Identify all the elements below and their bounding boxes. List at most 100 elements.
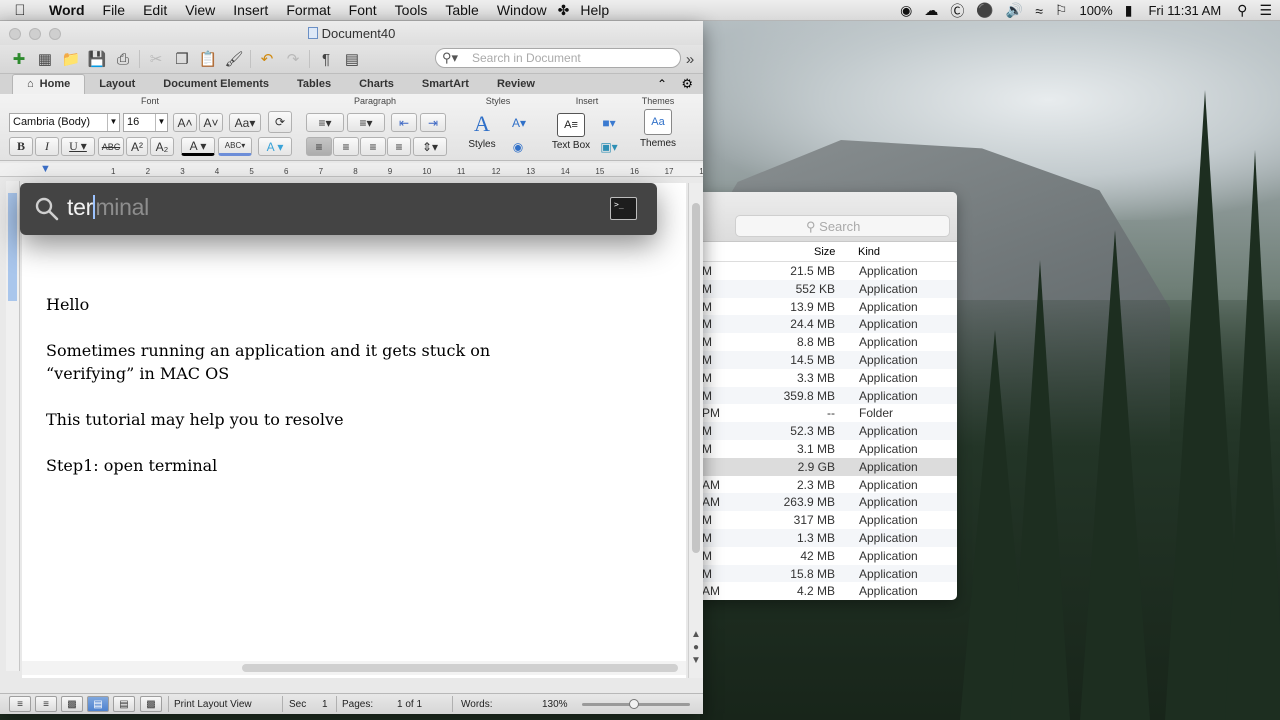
template-gallery-icon[interactable]: ▦ <box>32 48 58 70</box>
list-item[interactable]: M 15.8 MB Application <box>700 564 957 583</box>
shapes-button[interactable]: ■▾ <box>594 113 624 132</box>
themes-button[interactable]: Aa Themes <box>636 109 680 149</box>
save-icon[interactable]: 💾 <box>84 48 110 70</box>
skype-icon[interactable]: Ⓒ <box>944 1 970 21</box>
format-painter-icon[interactable]: 🖌 <box>221 48 247 70</box>
print-layout-view-button[interactable]: ▤ <box>87 696 109 712</box>
redo-icon[interactable]: ↷ <box>280 48 306 70</box>
wifi-icon[interactable]: ≈ <box>1029 3 1049 19</box>
list-item[interactable]: AM 2.3 MB Application <box>700 476 957 494</box>
vertical-scrollbar[interactable]: ▲ ● ▼ <box>688 183 703 678</box>
superscript-button[interactable]: A² <box>126 137 148 156</box>
menu-window[interactable]: Window <box>488 2 556 18</box>
us-flag-input-icon[interactable]: ⚐ <box>1049 2 1074 19</box>
cut-icon[interactable]: ✂ <box>143 48 169 70</box>
tab-home[interactable]: ⌂ Home <box>12 74 86 94</box>
menu-tools[interactable]: Tools <box>386 2 437 18</box>
onedrive-cloud-icon[interactable]: ☁ <box>918 2 944 19</box>
list-item[interactable]: 2.9 GB Application <box>700 457 957 476</box>
styles-pane-button[interactable]: A▾ <box>507 113 531 132</box>
previous-page-icon[interactable]: ▲ <box>690 629 702 640</box>
highlight-color-button[interactable]: ABC▾ <box>218 137 252 156</box>
spotlight-search-input[interactable]: ter minal <box>67 194 149 221</box>
show-formatting-icon[interactable]: ¶ <box>313 48 339 70</box>
document-paragraph[interactable]: Step1: open terminal <box>46 454 217 477</box>
script-menu-icon[interactable]: ✤ <box>556 2 572 19</box>
list-item[interactable]: AM 4.2 MB Application <box>700 582 957 600</box>
list-item[interactable]: M 14.5 MB Application <box>700 350 957 369</box>
list-item[interactable]: M 1.3 MB Application <box>700 528 957 547</box>
menu-insert[interactable]: Insert <box>224 2 277 18</box>
document-paragraph[interactable]: “verifying” in MAC OS <box>46 362 229 385</box>
text-effects-button[interactable]: A ▾ <box>258 137 292 156</box>
menu-file[interactable]: File <box>94 2 135 18</box>
underline-button[interactable]: U ▾ <box>61 137 95 156</box>
tab-smartart[interactable]: SmartArt <box>408 74 483 94</box>
tab-document-elements[interactable]: Document Elements <box>149 74 283 94</box>
focus-view-button[interactable]: ▩ <box>140 696 162 712</box>
apple-menu-icon[interactable]:  <box>0 2 40 19</box>
horizontal-scroll-thumb[interactable] <box>242 664 678 672</box>
list-item[interactable]: M 552 KB Application <box>700 279 957 298</box>
horizontal-ruler[interactable]: ▼ 123456789101112131415161718 <box>0 163 703 177</box>
list-item[interactable]: PM -- Folder <box>700 404 957 422</box>
list-item[interactable]: M 3.3 MB Application <box>700 369 957 387</box>
list-item[interactable]: M 317 MB Application <box>700 511 957 529</box>
record-icon[interactable]: ◉ <box>894 2 918 19</box>
shrink-font-button[interactable]: A˅ <box>199 113 223 132</box>
menu-clock[interactable]: Fri 11:31 AM <box>1138 3 1231 18</box>
subscript-button[interactable]: A₂ <box>150 137 174 156</box>
open-folder-icon[interactable]: 📁 <box>58 48 84 70</box>
justify-button[interactable]: ≡ <box>387 137 411 156</box>
terminal-app-icon[interactable]: >_ <box>610 197 637 220</box>
list-item[interactable]: M 42 MB Application <box>700 547 957 565</box>
font-size-select[interactable]: 16 ▼ <box>123 113 168 132</box>
bold-button[interactable]: B <box>9 137 33 156</box>
align-left-button[interactable]: ≡ <box>306 137 332 156</box>
spotlight-search-icon[interactable]: ⚲ <box>1231 2 1253 19</box>
align-right-button[interactable]: ≡ <box>360 137 386 156</box>
vertical-scroll-thumb[interactable] <box>692 203 700 553</box>
keychain-lock-icon[interactable]: ⚫ <box>970 2 999 19</box>
styles-button[interactable]: A Styles <box>461 109 503 150</box>
font-name-select[interactable]: Cambria (Body) ▼ <box>9 113 120 132</box>
tab-charts[interactable]: Charts <box>345 74 408 94</box>
manage-styles-button[interactable]: ◉ <box>508 137 528 156</box>
list-item[interactable]: M 359.8 MB Application <box>700 386 957 405</box>
undo-icon[interactable]: ↶ <box>254 48 280 70</box>
bullets-button[interactable]: ≡▾ <box>306 113 344 132</box>
browse-object-icon[interactable]: ● <box>690 642 702 653</box>
finder-search-input[interactable]: ⚲ Search <box>735 215 950 237</box>
horizontal-scrollbar[interactable] <box>22 661 686 675</box>
tab-tables[interactable]: Tables <box>283 74 345 94</box>
line-spacing-button[interactable]: ⇕▾ <box>413 137 447 156</box>
document-paragraph[interactable]: Hello <box>46 293 89 316</box>
vertical-ruler[interactable] <box>6 181 20 671</box>
zoom-slider[interactable] <box>582 699 690 709</box>
volume-icon[interactable]: 🔊 <box>1000 2 1029 19</box>
print-icon[interactable]: ⎙ <box>110 48 136 70</box>
publishing-layout-view-button[interactable]: ▩ <box>61 696 83 712</box>
notification-center-icon[interactable]: ☰ <box>1253 2 1280 19</box>
new-document-icon[interactable]: ✚ <box>6 48 32 70</box>
view-options-icon[interactable]: ▤ <box>339 48 365 70</box>
menu-edit[interactable]: Edit <box>134 2 176 18</box>
ribbon-settings-gear-icon[interactable]: ⚙ <box>681 76 693 92</box>
zoom-slider-knob[interactable] <box>629 699 639 709</box>
tab-layout[interactable]: Layout <box>85 74 149 94</box>
menu-font[interactable]: Font <box>340 2 386 18</box>
numbering-button[interactable]: ≡▾ <box>347 113 385 132</box>
list-item[interactable]: M 13.9 MB Application <box>700 298 957 316</box>
outline-view-button[interactable]: ≡ <box>35 696 57 712</box>
copy-icon[interactable]: ❐ <box>169 48 195 70</box>
document-search-input[interactable]: ⚲▾ Search in Document <box>435 48 681 68</box>
menu-table[interactable]: Table <box>436 2 487 18</box>
decrease-indent-button[interactable]: ⇤ <box>391 113 417 132</box>
menu-help[interactable]: Help <box>571 2 618 18</box>
font-color-button[interactable]: A ▾ <box>181 137 215 156</box>
list-item[interactable]: M 21.5 MB Application <box>700 262 957 280</box>
increase-indent-button[interactable]: ⇥ <box>420 113 446 132</box>
list-item[interactable]: M 8.8 MB Application <box>700 333 957 351</box>
document-paragraph[interactable]: Sometimes running an application and it … <box>46 339 490 362</box>
list-item[interactable]: M 24.4 MB Application <box>700 315 957 334</box>
